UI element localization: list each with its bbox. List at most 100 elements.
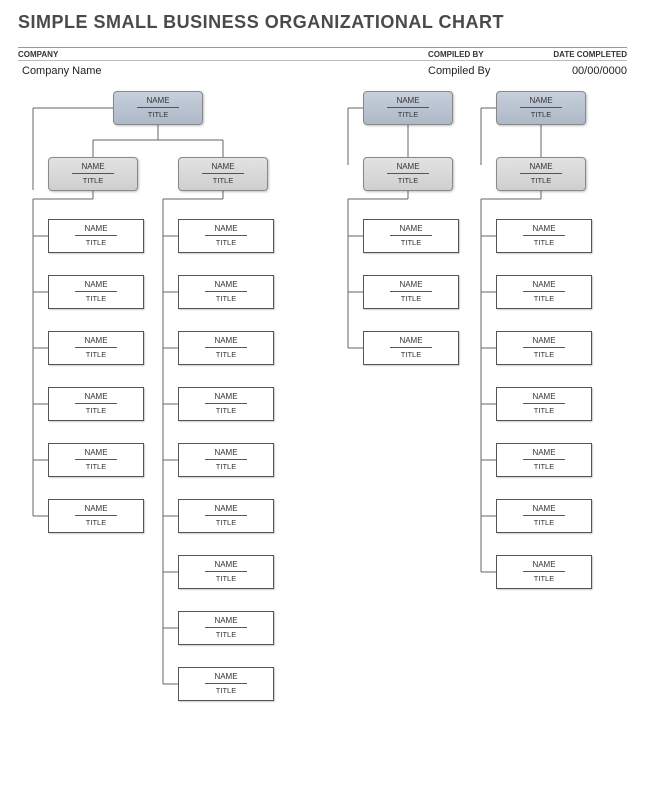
node-title: TITLE bbox=[364, 294, 458, 303]
org-node-leaf-2-2: NAME TITLE bbox=[363, 275, 459, 309]
node-name: NAME bbox=[364, 162, 452, 172]
node-title: TITLE bbox=[497, 462, 591, 471]
node-name: NAME bbox=[364, 224, 458, 234]
org-node-mid-3: NAMETITLE bbox=[496, 157, 586, 191]
org-node-leaf-1a-6: NAME TITLE bbox=[48, 499, 144, 533]
node-name: NAME bbox=[497, 224, 591, 234]
org-node-leaf-1b-1: NAME TITLE bbox=[178, 219, 274, 253]
node-name: NAME bbox=[49, 504, 143, 514]
node-name: NAME bbox=[497, 162, 585, 172]
org-node-leaf-1a-4: NAME TITLE bbox=[48, 387, 144, 421]
node-name: NAME bbox=[49, 224, 143, 234]
node-title: TITLE bbox=[179, 574, 273, 583]
node-name: NAME bbox=[49, 280, 143, 290]
node-title: TITLE bbox=[179, 518, 273, 527]
label-date-completed: DATE COMPLETED bbox=[543, 50, 627, 59]
node-name: NAME bbox=[179, 224, 273, 234]
org-node-mid-1-2: NAME TITLE bbox=[178, 157, 268, 191]
node-name: NAME bbox=[179, 448, 273, 458]
org-node-leaf-1b-6: NAME TITLE bbox=[178, 499, 274, 533]
node-title: TITLE bbox=[49, 350, 143, 359]
label-compiled-by: COMPILED BY bbox=[428, 50, 543, 59]
org-node-leaf-1b-9: NAMETITLE bbox=[178, 667, 274, 701]
value-compiled-by: Compiled By bbox=[428, 65, 543, 77]
org-node-top-2: NAMETITLE bbox=[363, 91, 453, 125]
node-name: NAME bbox=[497, 280, 591, 290]
node-title: TITLE bbox=[497, 574, 591, 583]
node-name: NAME bbox=[49, 162, 137, 172]
node-title: TITLE bbox=[49, 176, 137, 185]
node-title: TITLE bbox=[497, 350, 591, 359]
org-node-mid-1-1: NAME TITLE bbox=[48, 157, 138, 191]
node-title: TITLE bbox=[49, 406, 143, 415]
org-node-leaf-1b-3: NAME TITLE bbox=[178, 331, 274, 365]
node-name: NAME bbox=[179, 504, 273, 514]
node-title: TITLE bbox=[364, 350, 458, 359]
node-name: NAME bbox=[179, 336, 273, 346]
org-node-leaf-3-2: NAME TITLE bbox=[496, 275, 592, 309]
node-name: NAME bbox=[49, 392, 143, 402]
node-title: TITLE bbox=[497, 238, 591, 247]
node-title: TITLE bbox=[497, 294, 591, 303]
org-node-leaf-1b-2: NAME TITLE bbox=[178, 275, 274, 309]
node-name: NAME bbox=[179, 672, 273, 682]
org-node-leaf-1b-4: NAME TITLE bbox=[178, 387, 274, 421]
value-company: Company Name bbox=[18, 65, 428, 77]
org-node-leaf-1b-8: NAMETITLE bbox=[178, 611, 274, 645]
org-node-leaf-1b-5: NAMETITLE bbox=[178, 443, 274, 477]
node-name: NAME bbox=[364, 280, 458, 290]
node-name: NAME bbox=[497, 448, 591, 458]
org-node-mid-2: NAME TITLE bbox=[363, 157, 453, 191]
org-node-top-1: NAME TITLE bbox=[113, 91, 203, 125]
node-title: TITLE bbox=[49, 294, 143, 303]
node-title: TITLE bbox=[179, 176, 267, 185]
org-node-top-3: NAMETITLE bbox=[496, 91, 586, 125]
value-date-completed: 00/00/0000 bbox=[543, 65, 627, 77]
node-title: TITLE bbox=[364, 176, 452, 185]
org-node-leaf-3-3: NAME TITLE bbox=[496, 331, 592, 365]
node-name: NAME bbox=[179, 560, 273, 570]
page-title: SIMPLE SMALL BUSINESS ORGANIZATIONAL CHA… bbox=[18, 12, 627, 33]
header-values: Company Name Compiled By 00/00/0000 bbox=[18, 61, 627, 85]
node-title: TITLE bbox=[114, 110, 202, 119]
org-node-leaf-2-1: NAME TITLE bbox=[363, 219, 459, 253]
node-name: NAME bbox=[497, 336, 591, 346]
node-name: NAME bbox=[179, 162, 267, 172]
node-title: TITLE bbox=[497, 406, 591, 415]
org-node-leaf-3-7: NAME TITLE bbox=[496, 555, 592, 589]
node-name: NAME bbox=[497, 504, 591, 514]
node-title: TITLE bbox=[179, 406, 273, 415]
label-company: COMPANY bbox=[18, 50, 428, 59]
node-name: NAME bbox=[49, 336, 143, 346]
org-node-leaf-1a-1: NAME TITLE bbox=[48, 219, 144, 253]
node-title: TITLE bbox=[49, 238, 143, 247]
node-title: TITLE bbox=[364, 238, 458, 247]
org-node-leaf-1a-2: NAME TITLE bbox=[48, 275, 144, 309]
org-node-leaf-1a-3: NAME TITLE bbox=[48, 331, 144, 365]
node-title: TITLE bbox=[49, 462, 143, 471]
node-title: TITLE bbox=[179, 238, 273, 247]
node-name: NAME bbox=[364, 336, 458, 346]
org-node-leaf-3-4: NAME TITLE bbox=[496, 387, 592, 421]
node-title: TITLE bbox=[49, 518, 143, 527]
node-title: TITLE bbox=[497, 110, 585, 119]
node-title: TITLE bbox=[497, 518, 591, 527]
header-labels: COMPANY COMPILED BY DATE COMPLETED bbox=[18, 47, 627, 61]
node-name: NAME bbox=[179, 392, 273, 402]
node-title: TITLE bbox=[179, 350, 273, 359]
node-name: NAME bbox=[179, 616, 273, 626]
org-node-leaf-3-1: NAME TITLE bbox=[496, 219, 592, 253]
org-node-leaf-1a-5: NAME TITLE bbox=[48, 443, 144, 477]
node-name: NAME bbox=[49, 448, 143, 458]
org-node-leaf-2-3: NAME TITLE bbox=[363, 331, 459, 365]
node-title: TITLE bbox=[364, 110, 452, 119]
node-title: TITLE bbox=[179, 294, 273, 303]
org-node-leaf-3-6: NAME TITLE bbox=[496, 499, 592, 533]
node-name: NAME bbox=[179, 280, 273, 290]
node-name: NAME bbox=[114, 96, 202, 106]
org-node-leaf-3-5: NAME TITLE bbox=[496, 443, 592, 477]
node-name: NAME bbox=[497, 560, 591, 570]
node-name: NAME bbox=[497, 392, 591, 402]
org-node-leaf-1b-7: NAME TITLE bbox=[178, 555, 274, 589]
org-chart: NAME TITLE NAME TITLE NAME TITLE NAME TITLE NAME… bbox=[18, 85, 627, 765]
